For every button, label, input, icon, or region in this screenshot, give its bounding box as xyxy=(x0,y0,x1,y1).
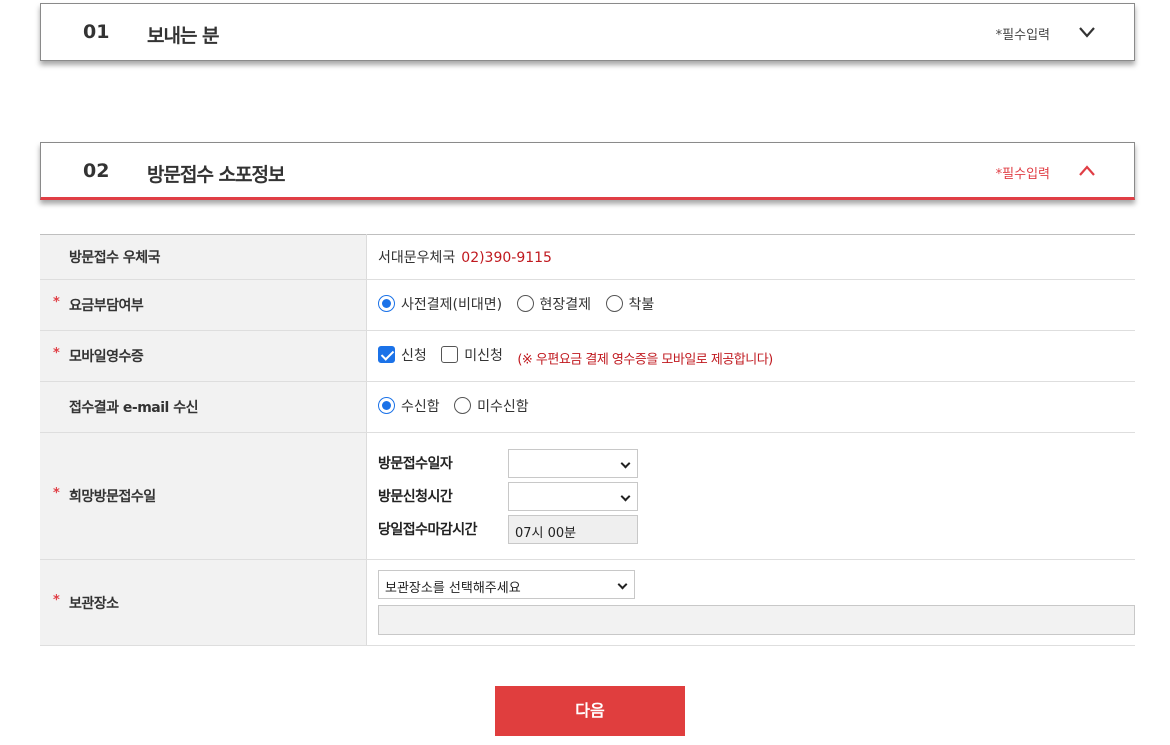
fee-option-cod[interactable]: 착불 xyxy=(605,294,654,314)
storage-detail-input[interactable] xyxy=(378,605,1135,635)
row-fee: * 요금부담여부 사전결제(비대면) 현장결제 착불 xyxy=(40,279,1135,331)
receipt-label: * 모바일영수증 xyxy=(40,330,367,382)
radio-checked-icon[interactable] xyxy=(378,397,395,415)
chevron-down-icon xyxy=(620,458,631,468)
visit-date-label: 방문접수일자 xyxy=(378,456,453,472)
checkbox-icon[interactable] xyxy=(441,346,459,364)
radio-icon[interactable] xyxy=(454,397,472,415)
storage-fields: 보관장소를 선택해주세요 xyxy=(366,559,1135,646)
receipt-decline-checkbox[interactable]: 미신청 xyxy=(441,345,503,365)
fee-options: 사전결제(비대면) 현장결제 착불 xyxy=(366,279,1135,331)
required-mark: * xyxy=(53,592,60,608)
office-label: 방문접수 우체국 xyxy=(40,234,367,280)
fee-label: * 요금부담여부 xyxy=(40,279,367,331)
section-title: 보내는 분 xyxy=(147,25,220,47)
row-email: 접수결과 e-mail 수신 수신함 미수신함 xyxy=(40,381,1135,433)
storage-select[interactable]: 보관장소를 선택해주세요 xyxy=(378,570,635,599)
required-note: *필수입력 xyxy=(995,167,1050,182)
section-parcel-info-header[interactable]: 02 방문접수 소포정보 *필수입력 xyxy=(40,142,1135,200)
visit-fields: 방문접수일자 방문신청시간 당일접수마감시간 07시 00분 xyxy=(366,432,1135,560)
required-mark: * xyxy=(53,295,60,310)
section-title: 방문접수 소포정보 xyxy=(147,164,285,186)
deadline-label: 당일접수마감시간 xyxy=(378,522,478,538)
fee-option-onsite[interactable]: 현장결제 xyxy=(516,294,591,314)
row-receipt: * 모바일영수증 신청 미신청 (※ 우편요금 결제 영수증을 모바일로 제공합니… xyxy=(40,330,1135,382)
row-visit: * 희망방문접수일 방문접수일자 방문신청시간 당일접수마감시간 07시 00분 xyxy=(40,432,1135,560)
chevron-down-icon xyxy=(617,579,628,590)
section-sender-header[interactable]: 01 보내는 분 *필수입력 xyxy=(40,3,1135,61)
parcel-info-form: 방문접수 우체국 서대문우체국 02)390-9115 * 요금부담여부 사전결제(… xyxy=(40,234,1135,646)
section-number: 02 xyxy=(83,160,110,182)
checkbox-checked-icon[interactable] xyxy=(378,346,395,364)
row-storage: * 보관장소 보관장소를 선택해주세요 xyxy=(40,559,1135,646)
visit-time-select[interactable] xyxy=(508,481,638,511)
required-mark: * xyxy=(53,346,60,361)
row-office: 방문접수 우체국 서대문우체국 02)390-9115 xyxy=(40,234,1135,280)
fee-option-prepaid[interactable]: 사전결제(비대면) xyxy=(378,294,502,314)
email-option-receive[interactable]: 수신함 xyxy=(378,396,440,416)
visit-time-label: 방문신청시간 xyxy=(378,489,453,505)
email-option-decline[interactable]: 미수신함 xyxy=(454,396,529,416)
next-button[interactable]: 다음 xyxy=(495,686,685,736)
receipt-options: 신청 미신청 (※ 우편요금 결제 영수증을 모바일로 제공합니다) xyxy=(366,330,1135,382)
radio-icon[interactable] xyxy=(516,295,534,313)
section-number: 01 xyxy=(83,21,110,43)
visit-label: * 희망방문접수일 xyxy=(40,432,367,560)
required-mark: * xyxy=(53,486,60,501)
radio-icon[interactable] xyxy=(605,295,623,313)
chevron-down-icon xyxy=(620,491,631,501)
office-name: 서대문우체국 xyxy=(378,250,456,266)
chevron-down-icon[interactable] xyxy=(1076,21,1098,43)
deadline-value: 07시 00분 xyxy=(508,514,638,544)
chevron-up-icon[interactable] xyxy=(1076,160,1098,182)
email-options: 수신함 미수신함 xyxy=(366,381,1135,433)
radio-checked-icon[interactable] xyxy=(378,295,395,313)
required-note: *필수입력 xyxy=(995,28,1050,43)
email-label: 접수결과 e-mail 수신 xyxy=(40,381,367,433)
office-phone: 02)390-9115 xyxy=(461,250,552,266)
receipt-apply-checkbox[interactable]: 신청 xyxy=(378,345,427,365)
storage-label: * 보관장소 xyxy=(40,559,367,646)
receipt-notice: (※ 우편요금 결제 영수증을 모바일로 제공합니다) xyxy=(517,352,773,368)
office-value: 서대문우체국 02)390-9115 xyxy=(366,234,1135,280)
visit-date-select[interactable] xyxy=(508,448,638,478)
